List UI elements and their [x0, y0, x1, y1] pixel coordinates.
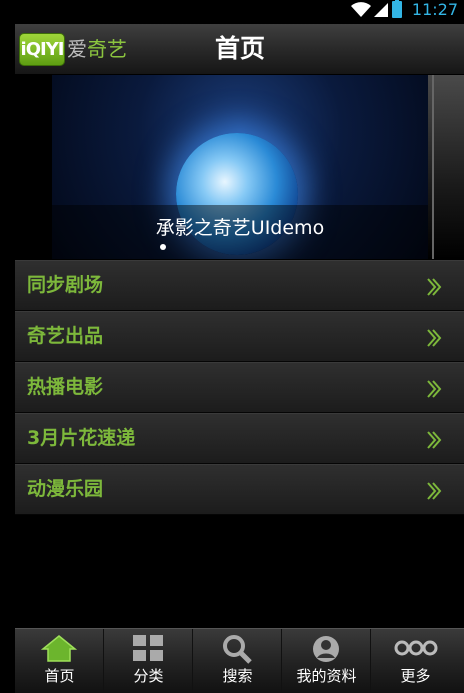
banner-next-slide	[428, 75, 464, 259]
battery-icon	[392, 0, 402, 18]
logo-badge-text: iQIYI	[20, 39, 65, 60]
tab-search-label: 搜索	[222, 667, 253, 685]
tab-search[interactable]: 搜索	[193, 629, 282, 693]
tab-profile[interactable]: 我的资料	[282, 629, 371, 693]
chevron-right-icon	[427, 329, 442, 347]
bottom-tab-bar: 首页 分类 搜索 我的资料 更多	[15, 628, 464, 693]
logo-word-1: 爱	[67, 37, 87, 61]
status-bar: 11:27	[0, 0, 464, 20]
tab-more-label: 更多	[400, 667, 431, 685]
chevron-right-icon	[427, 482, 442, 500]
tab-more[interactable]: 更多	[371, 629, 460, 693]
iqiyi-logo[interactable]: iQIYI	[19, 33, 65, 66]
list-item-label: 同步剧场	[27, 274, 104, 296]
chevron-right-icon	[427, 431, 442, 449]
user-icon	[313, 636, 339, 662]
list-item[interactable]: 动漫乐园	[15, 464, 464, 515]
list-item-label: 奇艺出品	[27, 325, 104, 347]
list-item-label: 3月片花速递	[27, 427, 136, 449]
tab-profile-label: 我的资料	[296, 667, 357, 685]
carousel-page-indicator	[160, 244, 166, 250]
logo-wordmark: 爱奇艺	[67, 37, 127, 61]
tab-category[interactable]: 分类	[104, 629, 193, 693]
list-item[interactable]: 同步剧场	[15, 260, 464, 311]
search-icon	[223, 635, 252, 664]
tab-home-label: 首页	[44, 667, 75, 685]
banner-carousel[interactable]: 承影之奇艺UIdemo	[15, 75, 464, 259]
tab-category-label: 分类	[133, 667, 164, 685]
signal-icon	[374, 3, 388, 17]
status-time: 11:27	[411, 0, 458, 19]
more-icon	[394, 640, 437, 656]
chevron-right-icon	[427, 278, 442, 296]
chevron-right-icon	[427, 380, 442, 398]
page-title: 首页	[214, 34, 265, 63]
wifi-icon	[351, 2, 371, 17]
grid-icon	[133, 635, 163, 661]
list-item[interactable]: 奇艺出品	[15, 311, 464, 362]
banner-caption: 承影之奇艺UIdemo	[155, 217, 325, 239]
banner-prev-slide	[15, 75, 52, 259]
list-item-label: 动漫乐园	[27, 478, 104, 500]
logo-word-2: 奇艺	[87, 37, 127, 61]
list-item[interactable]: 3月片花速递	[15, 413, 464, 464]
list-item[interactable]: 热播电影	[15, 362, 464, 413]
category-list: 同步剧场 奇艺出品 热播电影 3月片花速递 动漫乐园	[15, 260, 464, 515]
list-item-label: 热播电影	[27, 376, 104, 398]
home-icon	[41, 635, 77, 662]
banner-caption-bar: 承影之奇艺UIdemo	[52, 205, 428, 259]
tab-home[interactable]: 首页	[15, 629, 104, 693]
title-bar: iQIYI 爱奇艺 首页	[15, 24, 464, 75]
